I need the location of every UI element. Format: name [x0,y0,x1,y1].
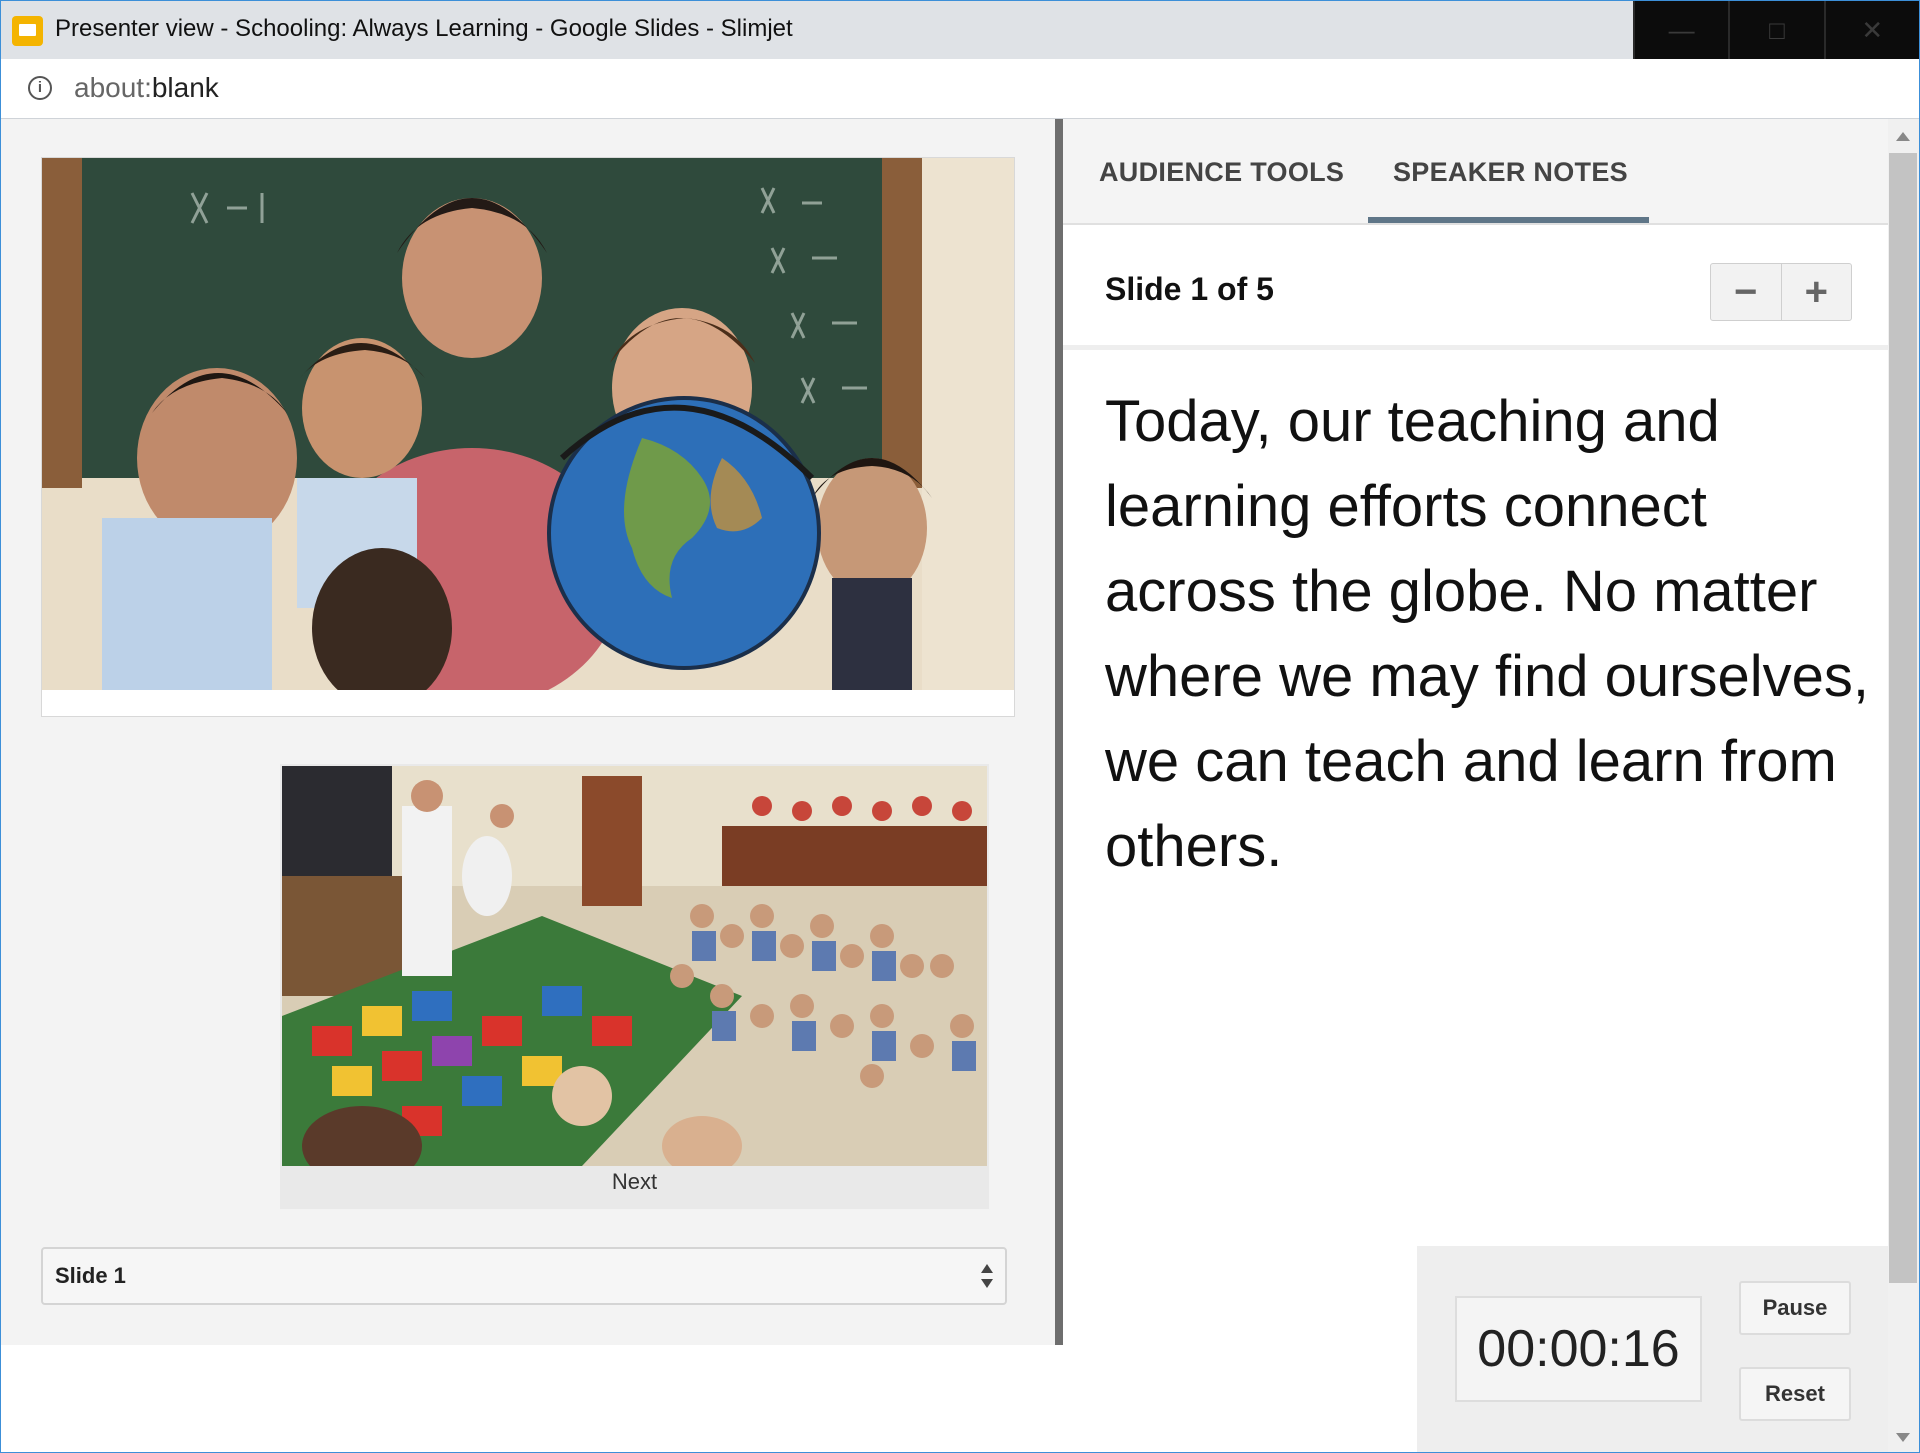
minimize-button[interactable]: — [1633,1,1728,59]
current-slide[interactable] [41,157,1015,717]
timer-panel: 00:00:16 Pause Reset [1417,1246,1888,1452]
pane-divider[interactable] [1055,119,1063,1345]
font-size-controls: − + [1710,263,1852,321]
window-title: Presenter view - Schooling: Always Learn… [55,15,793,42]
decrease-font-button[interactable]: − [1711,264,1781,320]
next-slide-image [282,766,987,1166]
scroll-thumb[interactable] [1889,153,1917,1283]
slide-count: Slide 1 of 5 [1105,271,1274,307]
timer-display: 00:00:16 [1455,1296,1702,1402]
tab-audience-tools[interactable]: AUDIENCE TOOLS [1099,157,1344,188]
url-path: blank [151,72,219,103]
url-text[interactable]: about:blank [74,72,219,104]
select-arrows-icon [981,1264,993,1288]
slides-pane: Next Slide 1 [1,119,1055,1345]
left-bottom-area [1,1345,1063,1452]
presenter-tabs: AUDIENCE TOOLS SPEAKER NOTES [1063,119,1888,225]
speaker-notes-text: Today, our teaching and learning efforts… [1105,389,1869,879]
window-controls: — □ ✕ [1633,1,1919,59]
scrollbar[interactable] [1888,119,1919,1452]
url-scheme: about: [74,72,152,103]
notes-header: Slide 1 of 5 − + [1063,225,1888,350]
scroll-up-arrow-icon[interactable] [1896,132,1910,141]
active-tab-indicator [1368,217,1649,223]
next-slide-label: Next [611,1169,658,1194]
browser-window: Presenter view - Schooling: Always Learn… [0,0,1920,1453]
google-slides-icon [12,16,43,46]
tab-speaker-notes[interactable]: SPEAKER NOTES [1393,157,1628,188]
increase-font-button[interactable]: + [1780,264,1852,320]
pause-button[interactable]: Pause [1739,1281,1851,1335]
maximize-button[interactable]: □ [1728,1,1823,59]
classroom-globe-photo [42,158,1014,690]
close-button[interactable]: ✕ [1823,1,1919,59]
reset-button[interactable]: Reset [1739,1367,1851,1421]
address-bar: i about:blank [1,59,1919,119]
slide-selector-value: Slide 1 [55,1263,126,1288]
notes-pane: AUDIENCE TOOLS SPEAKER NOTES Slide 1 of … [1063,119,1888,1452]
title-bar: Presenter view - Schooling: Always Learn… [1,1,1919,59]
current-slide-image [42,158,1014,690]
kindergarten-classroom-photo [282,766,987,1166]
next-slide-preview[interactable]: Next [280,764,989,1209]
slide-selector[interactable]: Slide 1 [41,1247,1007,1305]
info-icon[interactable]: i [28,76,52,100]
scroll-down-arrow-icon[interactable] [1896,1433,1910,1442]
